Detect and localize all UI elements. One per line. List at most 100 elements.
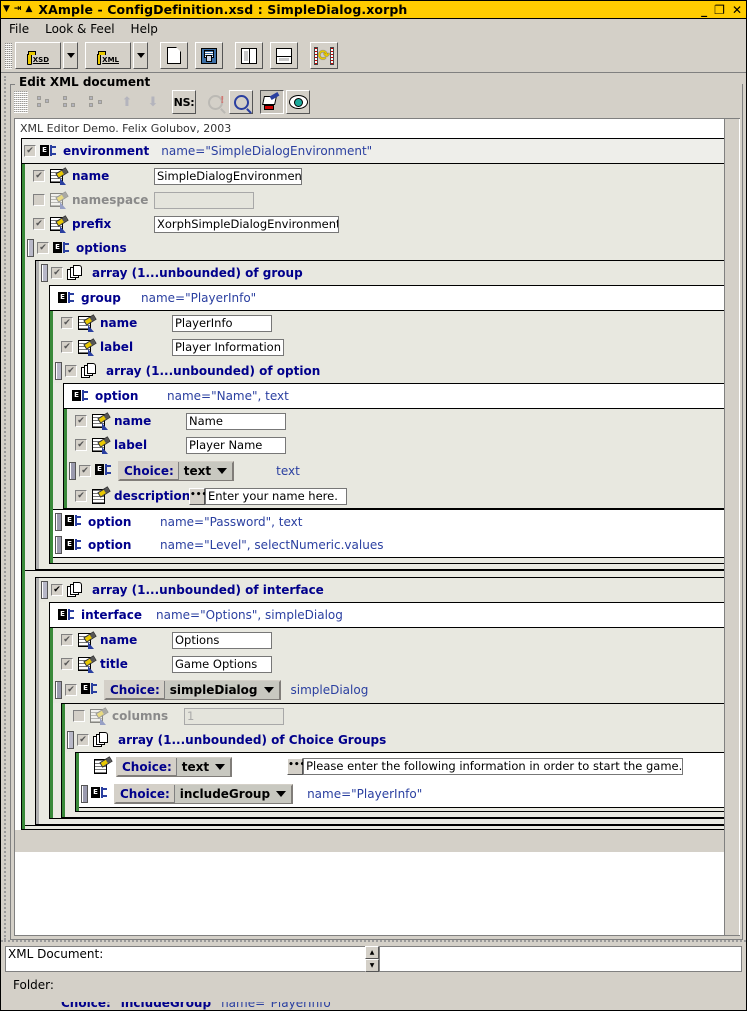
open-xsd-button[interactable]: XSD — [15, 42, 61, 69]
namespace-button[interactable]: NS: — [172, 90, 196, 114]
prefix-checkbox[interactable] — [33, 218, 45, 230]
field-row-option-label[interactable]: label Player Name — [67, 433, 724, 457]
choice-text-input[interactable]: Please enter the following information i… — [303, 758, 684, 775]
toolbar-grip[interactable] — [5, 42, 12, 69]
spinner-down-button[interactable]: ▼ — [365, 959, 379, 972]
choice-include-group-combo[interactable]: includeGroup — [173, 784, 292, 803]
status-spinner[interactable]: ▲ ▼ — [365, 946, 379, 972]
interface-choice-row[interactable]: Choice: simpleDialog — [53, 676, 724, 703]
array-of-option-checkbox[interactable] — [65, 365, 77, 377]
field-row-group-name[interactable]: name PlayerInfo — [53, 311, 724, 335]
window-pin-icon[interactable]: ⇥ — [14, 5, 22, 14]
open-xml-dropdown[interactable] — [133, 42, 148, 69]
option-label-input[interactable]: Player Name — [186, 436, 286, 454]
option-level-row[interactable]: option name="Level", selectNumeric.value… — [53, 533, 724, 557]
field-row-prefix[interactable]: prefix XorphSimpleDialogEnvironment — [25, 212, 724, 236]
group-name-checkbox[interactable] — [61, 317, 73, 329]
array-of-choice-groups-row[interactable]: array (1...unbounded) of Choice Groups — [65, 728, 724, 752]
interface-choice-drag-handle[interactable] — [55, 680, 62, 699]
interface-title-checkbox[interactable] — [61, 658, 73, 670]
option-level-drag-handle[interactable] — [55, 536, 62, 554]
field-row-option-name[interactable]: name Name — [67, 409, 724, 433]
move-same-level-button[interactable] — [58, 90, 82, 114]
refresh-button[interactable]: ⟳ — [310, 42, 338, 69]
options-drag-handle[interactable] — [27, 239, 34, 257]
options-checkbox[interactable] — [37, 242, 49, 254]
choice-include-group-button[interactable]: Choice: includeGroup — [114, 783, 294, 804]
name-checkbox[interactable] — [33, 170, 45, 182]
new-document-button[interactable] — [160, 42, 188, 69]
menu-file[interactable]: File — [9, 22, 29, 36]
array-of-group-drag-handle[interactable] — [41, 264, 48, 282]
array-of-group-row[interactable]: array (1...unbounded) of group — [39, 261, 724, 285]
maximize-button[interactable]: ❐ — [714, 3, 725, 17]
group-label-checkbox[interactable] — [61, 341, 73, 353]
minimize-button[interactable]: _ — [701, 3, 707, 17]
option-password-row[interactable]: option name="Password", text — [53, 509, 724, 533]
interface-header-row[interactable]: interface name="Options", simpleDialog — [50, 603, 724, 627]
interface-name-checkbox[interactable] — [61, 634, 73, 646]
field-row-columns[interactable]: columns 1 — [65, 704, 724, 728]
field-row-name[interactable]: name SimpleDialogEnvironment — [25, 164, 724, 188]
open-xml-button[interactable]: XML — [85, 42, 131, 69]
environment-checkbox[interactable] — [24, 145, 36, 157]
array-of-interface-drag-handle[interactable] — [41, 581, 48, 599]
interface-choice-button[interactable]: Choice: simpleDialog — [104, 679, 281, 700]
save-button[interactable] — [195, 42, 223, 69]
window-menu-glyphs[interactable]: ▼ ⇥ ▲ — [3, 5, 32, 14]
option-label-checkbox[interactable] — [75, 439, 87, 451]
choice-include-group-drag-handle[interactable] — [81, 784, 88, 803]
array-of-choice-groups-checkbox[interactable] — [77, 734, 89, 746]
choice-text-row[interactable]: Choice: text ••• Please enter the follow… — [79, 753, 724, 780]
split-vertical-button[interactable] — [235, 42, 263, 69]
menu-look-and-feel[interactable]: Look & Feel — [45, 22, 114, 36]
choice-text-combo[interactable]: text — [175, 757, 231, 776]
move-right-button[interactable] — [84, 90, 108, 114]
array-of-option-drag-handle[interactable] — [55, 362, 62, 380]
field-row-group-label[interactable]: label Player Information — [53, 335, 724, 359]
interface-choice-combo[interactable]: simpleDialog — [163, 680, 279, 699]
choice-text-button[interactable]: Choice: text — [116, 756, 233, 777]
search-button[interactable] — [229, 90, 253, 114]
move-left-button[interactable] — [32, 90, 56, 114]
description-input[interactable]: Enter your name here. — [205, 487, 347, 505]
option-name-header-row[interactable]: option name="Name", text — [64, 384, 724, 408]
field-row-interface-title[interactable]: title Game Options — [53, 652, 724, 676]
group-header-row[interactable]: group name="PlayerInfo" — [50, 286, 724, 310]
option-choice-button[interactable]: Choice: text — [118, 460, 235, 481]
prefix-input[interactable]: XorphSimpleDialogEnvironment — [154, 215, 339, 233]
option-choice-row[interactable]: Choice: text — [67, 457, 724, 484]
array-of-option-row[interactable]: array (1...unbounded) of option — [53, 359, 724, 383]
choice-include-group-row[interactable]: Choice: includeGroup — [79, 780, 724, 807]
interface-choice-checkbox[interactable] — [65, 683, 77, 696]
option-choice-checkbox[interactable] — [79, 464, 91, 477]
description-checkbox[interactable] — [75, 490, 87, 502]
window-menu-icon[interactable]: ▼ — [3, 5, 10, 14]
field-row-namespace[interactable]: namespace — [25, 188, 724, 212]
field-row-interface-name[interactable]: name Options — [53, 628, 724, 652]
name-input[interactable]: SimpleDialogEnvironment — [154, 167, 302, 185]
move-up-button[interactable]: ⬆ — [115, 90, 139, 114]
description-row[interactable]: description ••• Enter your name here. — [67, 484, 724, 508]
interface-title-input[interactable]: Game Options — [172, 655, 272, 673]
window-shade-icon[interactable]: ▲ — [25, 5, 32, 14]
options-row[interactable]: options — [25, 236, 724, 260]
open-xsd-dropdown[interactable] — [63, 42, 78, 69]
columns-checkbox[interactable] — [73, 710, 85, 722]
xml-tree-scroll[interactable]: XML Editor Demo. Felix Golubov, 2003 env… — [15, 119, 724, 935]
array-of-choice-groups-drag-handle[interactable] — [67, 731, 74, 749]
menu-help[interactable]: Help — [131, 22, 158, 36]
option-password-drag-handle[interactable] — [55, 512, 62, 531]
validate-button[interactable]: ! — [203, 90, 227, 114]
array-of-interface-checkbox[interactable] — [51, 584, 63, 596]
namespace-checkbox[interactable] — [33, 194, 45, 206]
option-choice-combo[interactable]: text — [177, 461, 233, 480]
vertical-scrollbar[interactable] — [724, 119, 740, 935]
option-choice-drag-handle[interactable] — [69, 461, 76, 480]
environment-header-row[interactable]: environment name="SimpleDialogEnvironmen… — [22, 139, 724, 163]
edit-mode-button[interactable] — [260, 90, 284, 114]
spinner-up-button[interactable]: ▲ — [365, 946, 379, 959]
view-mode-button[interactable] — [286, 90, 310, 114]
split-horizontal-button[interactable] — [270, 42, 298, 69]
editor-toolbar-grip[interactable] — [14, 91, 28, 113]
